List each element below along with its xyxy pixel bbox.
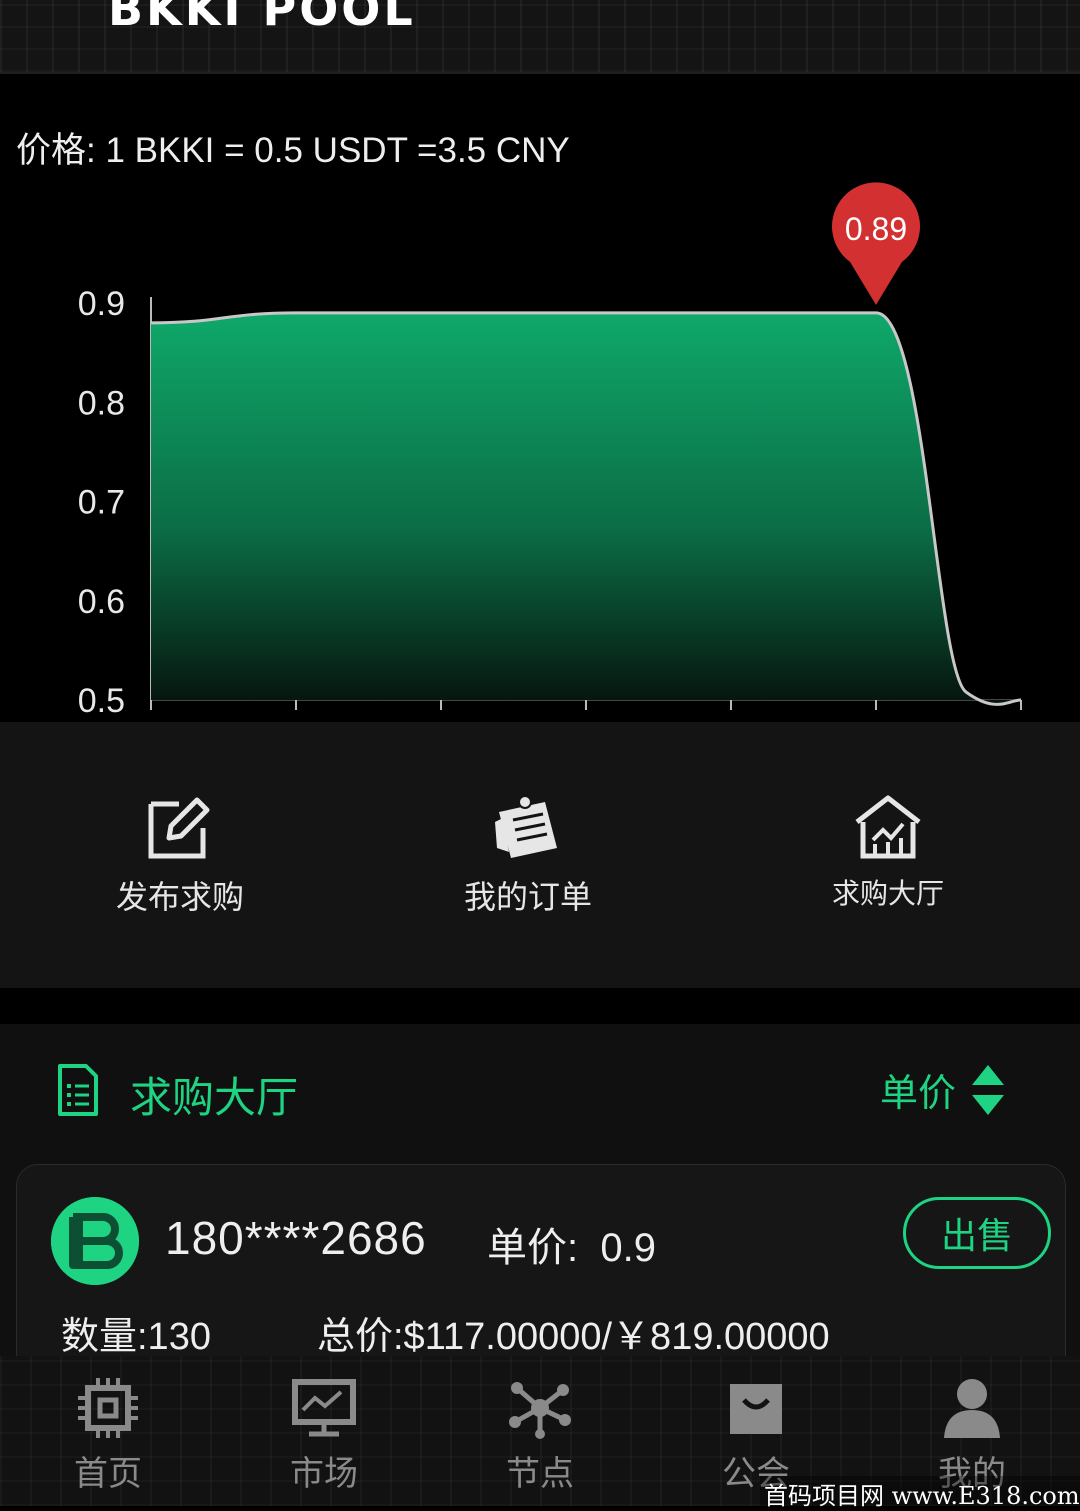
section-title: 求购大厅	[130, 1074, 299, 1121]
nav-label: 首页	[74, 1455, 142, 1493]
sort-arrows-icon	[972, 1064, 1005, 1115]
y-tick-label: 0.7	[78, 484, 125, 522]
price-area	[151, 312, 1021, 705]
app-header: BKKI POOL	[0, 0, 1080, 74]
y-tick-label: 0.5	[78, 682, 125, 720]
avatar	[51, 1197, 139, 1285]
action-label: 我的订单	[463, 879, 592, 915]
nav-market[interactable]: 市场	[254, 1376, 394, 1495]
price-chart-panel: 价格: 1 BKKI = 0.5 USDT =3.5 CNY 0.9 0.8 0.7…	[0, 74, 1080, 760]
app-title: BKKI POOL	[108, 0, 416, 36]
quick-actions: 发布求购 我的订单 求购大厅	[0, 722, 1080, 988]
action-buy-hall[interactable]: 求购大厅	[758, 792, 1018, 912]
action-label: 发布求购	[115, 879, 244, 915]
sort-by-price[interactable]: 单价	[880, 1062, 1008, 1117]
nav-label: 节点	[506, 1455, 574, 1493]
y-tick-label: 0.8	[78, 384, 125, 422]
buy-hall-section: 求购大厅 单价 180****2686 单价: 0.9 出售 数量:130 总价…	[0, 1024, 1080, 1406]
nav-node[interactable]: 节点	[470, 1376, 610, 1495]
price-marker-label: 0.89	[845, 211, 907, 247]
y-tick-label: 0.6	[78, 583, 125, 621]
price-area-chart: 0.90.80.70.60.5 10-2210-2310-2410-2510-2…	[78, 182, 1068, 760]
buyer-id: 180****2686	[165, 1212, 427, 1264]
sort-label: 单价	[880, 1073, 957, 1115]
user-icon	[944, 1379, 1000, 1438]
nav-label: 市场	[290, 1455, 358, 1493]
action-label: 求购大厅	[831, 878, 944, 909]
hall-building-icon	[855, 795, 921, 859]
y-tick-label: 0.9	[78, 285, 125, 323]
unit-price: 单价: 0.9	[487, 1226, 656, 1270]
action-publish-buy[interactable]: 发布求购	[50, 792, 310, 918]
bkki-logo-icon	[51, 1197, 139, 1285]
total-price: 总价:$117.00000/￥819.00000	[317, 1316, 830, 1358]
edit-icon	[148, 797, 210, 859]
quantity: 数量:130	[61, 1316, 211, 1358]
chip-icon	[78, 1378, 138, 1438]
nav-home[interactable]: 首页	[38, 1376, 178, 1495]
market-monitor-icon	[292, 1379, 356, 1437]
action-my-orders[interactable]: 我的订单	[398, 792, 658, 918]
guild-bag-icon	[730, 1384, 782, 1434]
order-clipboard-icon	[495, 795, 557, 858]
node-network-icon	[509, 1382, 571, 1439]
document-list-icon	[58, 1064, 98, 1116]
section-header: 求购大厅 单价	[0, 1024, 1080, 1154]
sell-button[interactable]: 出售	[903, 1197, 1051, 1269]
